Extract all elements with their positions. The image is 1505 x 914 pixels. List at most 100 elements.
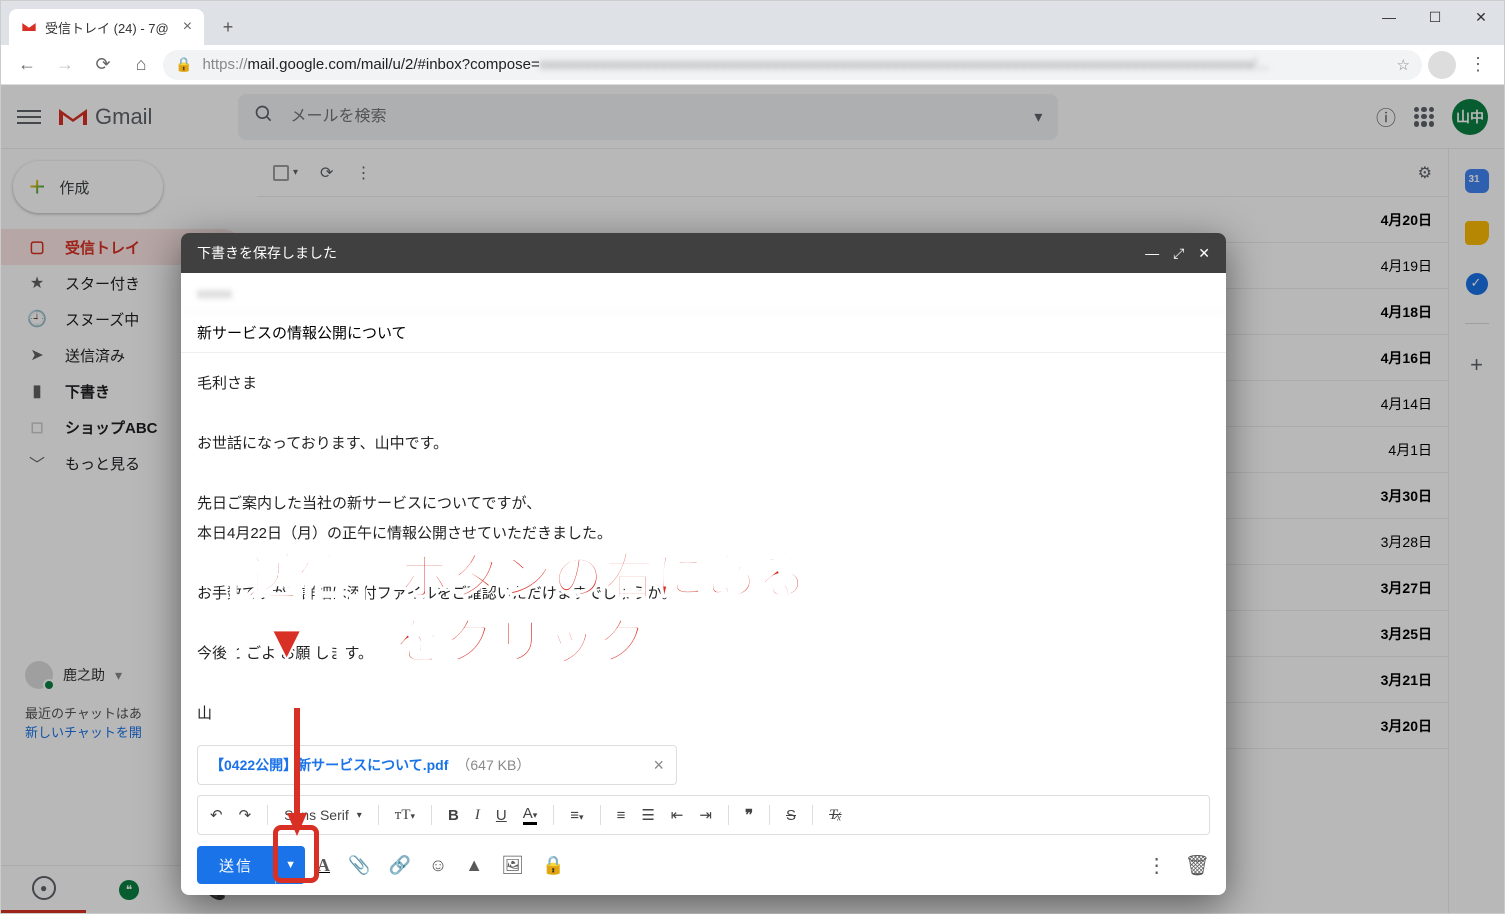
compose-window: 下書きを保存しました — ⤢ ✕ xxxxx 新サービスの情報公開について 毛利… xyxy=(181,233,1226,895)
close-tab-icon[interactable]: × xyxy=(183,18,192,36)
compose-close-icon[interactable]: ✕ xyxy=(1198,245,1210,262)
close-window-button[interactable]: ✕ xyxy=(1458,1,1504,33)
insert-drive-icon[interactable]: ▲ xyxy=(465,855,483,876)
font-family-select[interactable]: Sans Serif ▾ xyxy=(284,807,362,823)
address-bar[interactable]: 🔒 https://mail.google.com/mail/u/2/#inbo… xyxy=(163,50,1422,80)
row-date: 3月20日 xyxy=(1381,716,1432,736)
sidebar-label: 受信トレイ xyxy=(65,237,140,258)
chat-avatar-icon xyxy=(25,661,53,689)
url-prefix: https:// xyxy=(202,56,247,73)
compose-button[interactable]: + 作成 xyxy=(13,161,163,213)
select-all-checkbox[interactable] xyxy=(273,165,289,181)
row-date: 4月20日 xyxy=(1381,210,1432,230)
bookmark-star-icon[interactable]: ☆ xyxy=(1397,56,1410,74)
compose-label: 作成 xyxy=(59,177,89,198)
align-icon[interactable]: ≡▾ xyxy=(570,807,583,824)
redo-icon[interactable]: ↷ xyxy=(239,806,252,824)
main-menu-button[interactable] xyxy=(17,110,41,124)
bottom-tab-contacts[interactable]: ● xyxy=(1,866,86,913)
bulleted-list-icon[interactable]: ☰ xyxy=(641,806,654,824)
search-input[interactable] xyxy=(290,108,1018,126)
label-icon: ◻ xyxy=(27,417,47,437)
apps-icon[interactable] xyxy=(1414,107,1434,127)
indent-more-icon[interactable]: ⇥ xyxy=(699,806,712,824)
minimize-button[interactable]: — xyxy=(1366,1,1412,33)
compose-body[interactable]: 毛利さま お世話になっております、山中です。 先日ご案内した当社の新サービスにつ… xyxy=(181,353,1226,733)
font-size-icon[interactable]: тT▾ xyxy=(395,807,415,824)
strikethrough-icon[interactable]: S xyxy=(786,807,796,824)
compose-subject-value: 新サービスの情報公開について xyxy=(197,322,407,343)
quote-icon[interactable]: ❞ xyxy=(745,806,753,825)
insert-photo-icon[interactable]: 🖼 xyxy=(501,855,524,876)
forward-button[interactable]: → xyxy=(49,49,81,81)
browser-tab[interactable]: 受信トレイ (24) - 7@ × xyxy=(9,9,204,45)
select-dropdown-icon[interactable]: ▾ xyxy=(293,167,298,178)
chat-user-name: 鹿之助 xyxy=(63,665,105,685)
chat-user-menu-icon[interactable]: ▾ xyxy=(115,667,122,684)
send-button-group: 送信 ▼ xyxy=(197,846,305,884)
row-date: 4月16日 xyxy=(1381,348,1432,368)
compose-header[interactable]: 下書きを保存しました — ⤢ ✕ xyxy=(181,233,1226,273)
settings-icon[interactable]: ⚙ xyxy=(1418,163,1432,183)
numbered-list-icon[interactable]: ≡ xyxy=(617,807,626,824)
new-tab-button[interactable]: + xyxy=(214,13,242,41)
tasks-icon[interactable] xyxy=(1466,273,1488,295)
addons-plus-icon[interactable]: + xyxy=(1470,352,1483,378)
compose-minimize-icon[interactable]: — xyxy=(1145,245,1159,262)
compose-more-icon[interactable]: ⋮ xyxy=(1147,853,1167,878)
indent-less-icon[interactable]: ⇤ xyxy=(671,806,684,824)
send-options-dropdown[interactable]: ▼ xyxy=(275,846,305,884)
bold-icon[interactable]: B xyxy=(448,807,459,824)
plus-icon: + xyxy=(29,171,45,203)
format-toggle-icon[interactable]: A xyxy=(317,855,330,876)
row-date: 3月25日 xyxy=(1381,624,1432,644)
compose-attachment[interactable]: 【0422公開】新サービスについて.pdf （647 KB） × xyxy=(197,745,677,785)
attachment-remove-icon[interactable]: × xyxy=(653,755,664,776)
url-query-blurred: xxxxxxxxxxxxxxxxxxxxxxxxxxxxxxxxxxxxxxxx… xyxy=(540,56,1269,73)
keep-icon[interactable] xyxy=(1465,221,1489,245)
compose-to-field[interactable]: xxxxx xyxy=(181,273,1226,313)
attachment-size: （647 KB） xyxy=(456,755,530,775)
refresh-icon[interactable]: ⟳ xyxy=(320,163,333,183)
sidebar-label: スヌーズ中 xyxy=(65,309,139,330)
attachment-name: 【0422公開】新サービスについて.pdf xyxy=(210,755,448,775)
more-actions-icon[interactable]: ⋮ xyxy=(355,163,371,183)
chevron-down-icon: ▾ xyxy=(357,810,362,821)
attach-file-icon[interactable]: 📎 xyxy=(348,855,370,876)
font-family-value: Sans Serif xyxy=(284,807,349,823)
back-button[interactable]: ← xyxy=(11,49,43,81)
format-toolbar: ↶ ↷ Sans Serif ▾ тT▾ B I U A▾ ≡▾ ≡ ☰ ⇤ ⇥… xyxy=(197,795,1210,835)
row-date: 3月27日 xyxy=(1381,578,1432,598)
insert-link-icon[interactable]: 🔗 xyxy=(388,855,410,876)
text-color-icon[interactable]: A▾ xyxy=(523,805,538,825)
browser-toolbar: ← → ⟳ ⌂ 🔒 https://mail.google.com/mail/u… xyxy=(1,45,1504,85)
browser-menu-button[interactable]: ⋮ xyxy=(1462,49,1494,81)
reload-button[interactable]: ⟳ xyxy=(87,49,119,81)
compose-popout-icon[interactable]: ⤢ xyxy=(1173,245,1184,262)
confidential-mode-icon[interactable]: 🔒 xyxy=(542,855,564,876)
support-icon[interactable]: ⓘ xyxy=(1376,102,1396,131)
clear-format-icon[interactable]: T̷ₓ xyxy=(829,807,842,824)
account-avatar[interactable]: 山中 xyxy=(1452,99,1488,135)
chevron-down-icon: ﹀ xyxy=(27,451,47,475)
undo-icon[interactable]: ↶ xyxy=(210,806,223,824)
underline-icon[interactable]: U xyxy=(496,807,507,824)
home-button[interactable]: ⌂ xyxy=(125,49,157,81)
bottom-tab-hangouts[interactable]: ❝ xyxy=(86,866,171,913)
discard-draft-icon[interactable]: 🗑 xyxy=(1185,853,1210,878)
maximize-button[interactable]: ☐ xyxy=(1412,1,1458,33)
calendar-icon[interactable] xyxy=(1465,169,1489,193)
row-date: 3月28日 xyxy=(1381,532,1432,552)
send-button[interactable]: 送信 xyxy=(197,846,275,884)
compose-subject-field[interactable]: 新サービスの情報公開について xyxy=(181,313,1226,353)
profile-avatar-icon[interactable] xyxy=(1428,51,1456,79)
insert-emoji-icon[interactable]: ☺ xyxy=(429,855,447,876)
search-box[interactable]: ▾ xyxy=(238,94,1058,140)
search-options-icon[interactable]: ▾ xyxy=(1034,107,1042,127)
italic-icon[interactable]: I xyxy=(475,807,480,824)
compose-actions: 送信 ▼ A 📎 🔗 ☺ ▲ 🖼 🔒 ⋮ 🗑 xyxy=(181,835,1226,895)
tab-title: 受信トレイ (24) - 7@ xyxy=(45,18,169,37)
browser-tab-strip: 受信トレイ (24) - 7@ × + — ☐ ✕ xyxy=(1,1,1504,45)
gmail-logo[interactable]: Gmail xyxy=(57,104,152,130)
sidebar-label: もっと見る xyxy=(65,453,140,474)
